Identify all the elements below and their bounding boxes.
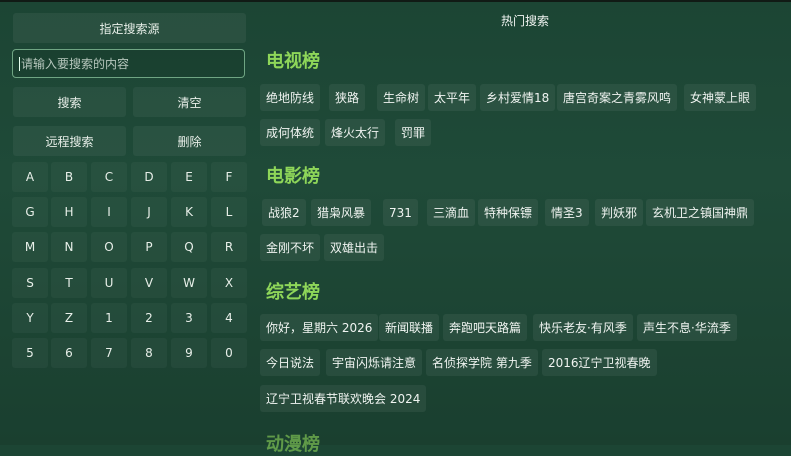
key[interactable]: H (51, 197, 87, 227)
key[interactable]: I (91, 197, 127, 227)
hot-tag[interactable]: 判妖邪 (595, 199, 644, 226)
key[interactable]: M (12, 232, 48, 262)
key[interactable]: S (12, 268, 48, 298)
hot-tag[interactable]: 罚罪 (395, 119, 432, 146)
hot-search-title: 热门搜索 (500, 14, 549, 28)
key[interactable]: D (131, 162, 167, 192)
key[interactable]: 0 (211, 338, 247, 368)
hot-tag[interactable]: 玄机卫之镇国神鼎 (646, 199, 755, 226)
section-title-movie: 电影榜 (266, 166, 320, 187)
key[interactable]: W (171, 268, 207, 298)
hot-tag[interactable]: 2016辽宁卫视春晚 (542, 349, 657, 376)
key[interactable]: 3 (171, 303, 207, 333)
hot-tag[interactable]: 战狼2 (262, 199, 306, 226)
key[interactable]: A (12, 162, 48, 192)
key[interactable]: 1 (91, 303, 127, 333)
key[interactable]: L (211, 197, 247, 227)
hot-tag[interactable]: 情圣3 (545, 199, 589, 226)
hot-tag[interactable]: 绝地防线 (260, 84, 321, 111)
key[interactable]: J (131, 197, 167, 227)
hot-tag[interactable]: 唐宫奇案之青雾风鸣 (557, 84, 678, 111)
section-title-variety: 综艺榜 (266, 282, 320, 303)
delete-button[interactable]: 删除 (133, 126, 246, 156)
hot-tag[interactable]: 乡村爱情18 (480, 84, 556, 111)
key[interactable]: R (211, 232, 247, 262)
hot-tag[interactable]: 731 (383, 199, 418, 226)
key[interactable]: F (211, 162, 247, 192)
key[interactable]: B (51, 162, 87, 192)
key[interactable]: 8 (131, 338, 167, 368)
key[interactable]: E (171, 162, 207, 192)
key[interactable]: O (91, 232, 127, 262)
hot-tag[interactable]: 狭路 (329, 84, 366, 111)
key[interactable]: 7 (91, 338, 127, 368)
hot-tag[interactable]: 名侦探学院 第九季 (426, 349, 538, 376)
source-select-button[interactable]: 指定搜索源 (13, 13, 246, 43)
hot-tag[interactable]: 生命树 (377, 84, 426, 111)
remote-search-button[interactable]: 远程搜索 (13, 126, 126, 156)
search-input[interactable]: 请输入要搜索的内容 (12, 49, 245, 78)
key[interactable]: C (91, 162, 127, 192)
hot-tag[interactable]: 金刚不坏 (260, 234, 321, 261)
key[interactable]: T (51, 268, 87, 298)
hot-tag[interactable]: 特种保镖 (478, 199, 539, 226)
hot-tag[interactable]: 太平年 (428, 84, 477, 111)
key[interactable]: U (91, 268, 127, 298)
key[interactable]: 6 (51, 338, 87, 368)
hot-tag[interactable]: 女神蒙上眼 (684, 84, 757, 111)
hot-tag[interactable]: 辽宁卫视春节联欢晚会 2024 (260, 385, 427, 412)
hot-tag[interactable]: 三滴血 (427, 199, 476, 226)
hot-tag[interactable]: 快乐老友·有风季 (533, 314, 633, 341)
search-button[interactable]: 搜索 (13, 87, 126, 117)
search-placeholder: 请输入要搜索的内容 (21, 57, 130, 71)
key[interactable]: V (131, 268, 167, 298)
key[interactable]: G (12, 197, 48, 227)
key[interactable]: P (131, 232, 167, 262)
key[interactable]: Y (12, 303, 48, 333)
top-divider (0, 0, 791, 2)
hot-tag[interactable]: 宇宙闪烁请注意 (326, 349, 423, 376)
clear-button[interactable]: 清空 (133, 87, 246, 117)
key[interactable]: 2 (131, 303, 167, 333)
key[interactable]: X (211, 268, 247, 298)
hot-tag[interactable]: 奔跑吧天路篇 (443, 314, 528, 341)
key[interactable]: Z (51, 303, 87, 333)
section-title-tv: 电视榜 (266, 51, 320, 72)
hot-tag[interactable]: 烽火太行 (325, 119, 386, 146)
hot-tag[interactable]: 新闻联播 (379, 314, 440, 341)
hot-tag[interactable]: 你好，星期六 2026 (260, 314, 379, 341)
key[interactable]: N (51, 232, 87, 262)
key[interactable]: K (171, 197, 207, 227)
hot-tag[interactable]: 猎枭风暴 (311, 199, 372, 226)
hot-tag[interactable]: 双雄出击 (324, 234, 385, 261)
hot-tag[interactable]: 声生不息·华流季 (637, 314, 737, 341)
key[interactable]: 5 (12, 338, 48, 368)
key[interactable]: 4 (211, 303, 247, 333)
key[interactable]: Q (171, 232, 207, 262)
key[interactable]: 9 (171, 338, 207, 368)
text-caret (19, 56, 20, 71)
hot-tag[interactable]: 成何体统 (260, 119, 321, 146)
hot-tag[interactable]: 今日说法 (260, 349, 321, 376)
section-title-partial: 动漫榜 (266, 434, 320, 455)
